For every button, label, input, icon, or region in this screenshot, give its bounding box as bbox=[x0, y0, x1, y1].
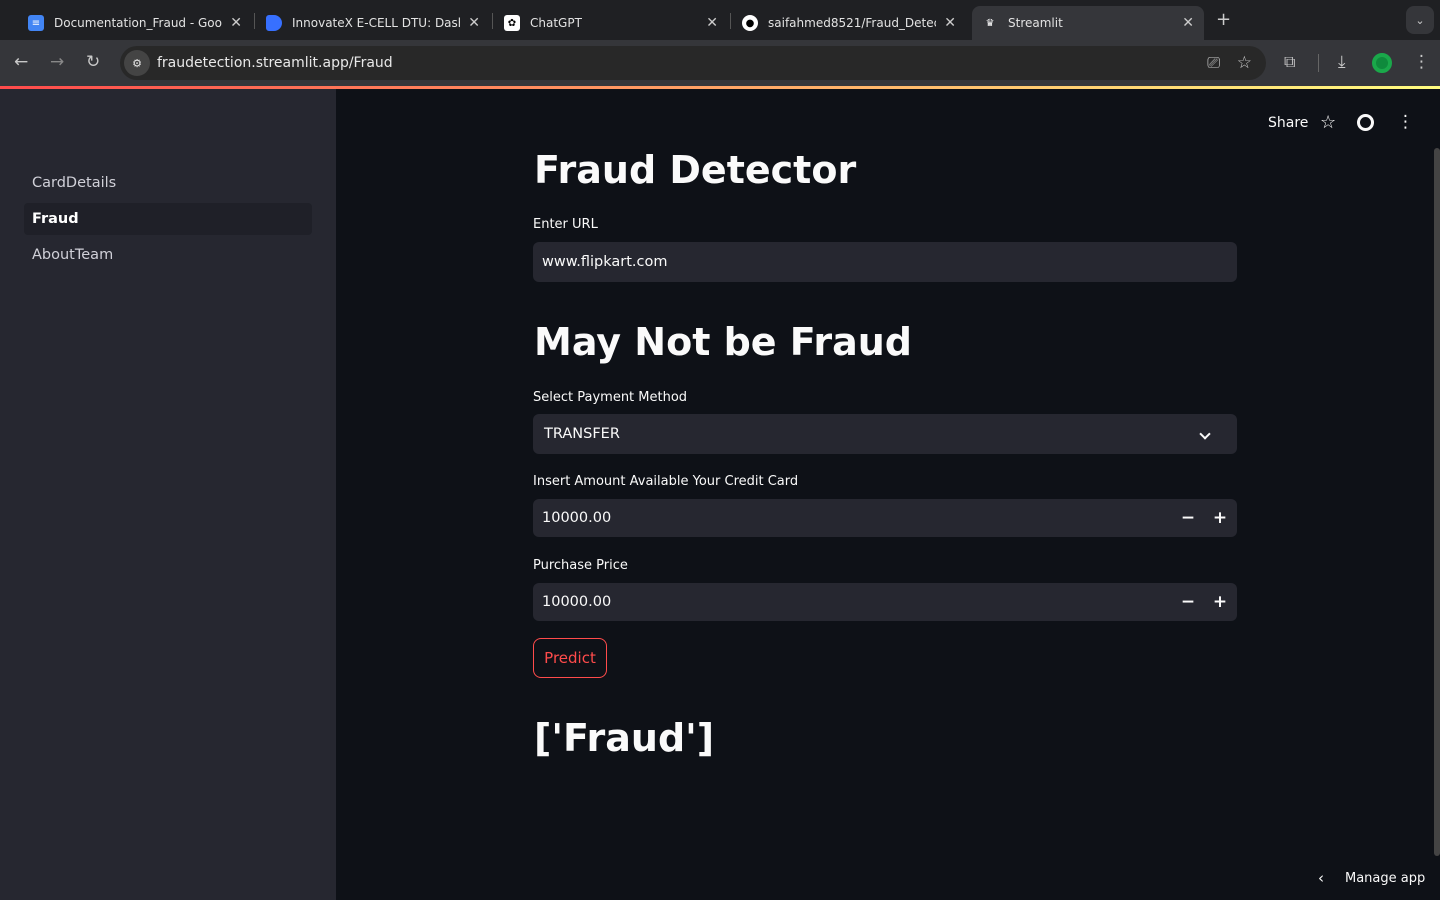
payment-method-select[interactable]: TRANSFER bbox=[533, 414, 1237, 454]
tab-divider bbox=[254, 13, 255, 29]
tab-chatgpt[interactable]: ✿ ChatGPT ✕ bbox=[494, 6, 728, 40]
share-button[interactable]: Share bbox=[1268, 115, 1308, 131]
tab-search-button[interactable]: ⌄ bbox=[1406, 6, 1434, 34]
devfolio-icon bbox=[266, 15, 282, 31]
tab-divider bbox=[730, 13, 731, 29]
tab-github[interactable]: ●saifahmed8521/Fraud_Detection✕ bbox=[732, 6, 966, 40]
github-icon: ● bbox=[742, 15, 758, 31]
tab-divider bbox=[492, 13, 493, 29]
url-label: Enter URL bbox=[533, 217, 598, 232]
tab-streamlit[interactable]: ♛ Streamlit ✕ bbox=[972, 6, 1204, 40]
sidebar: CardDetails Fraud AboutTeam bbox=[0, 89, 336, 900]
payment-method-label: Select Payment Method bbox=[533, 390, 688, 405]
google-docs-icon: ≡ bbox=[28, 15, 44, 31]
price-label: Purchase Price bbox=[533, 558, 628, 573]
bookmark-star-icon[interactable]: ☆ bbox=[1237, 53, 1252, 73]
forward-icon[interactable]: → bbox=[50, 52, 64, 72]
close-icon[interactable]: ✕ bbox=[230, 15, 242, 31]
chevron-down-icon bbox=[1199, 428, 1211, 440]
price-decrement-button[interactable]: − bbox=[1172, 583, 1204, 621]
star-icon[interactable]: ☆ bbox=[1320, 112, 1336, 133]
price-increment-button[interactable]: + bbox=[1204, 583, 1236, 621]
manage-app-button[interactable]: Manage app bbox=[1345, 871, 1425, 886]
install-app-icon[interactable]: ⎚ bbox=[1207, 53, 1220, 73]
sidebar-item-fraud[interactable]: Fraud bbox=[24, 203, 312, 235]
sidebar-item-carddetails[interactable]: CardDetails bbox=[24, 167, 312, 199]
close-icon[interactable]: ✕ bbox=[468, 15, 480, 31]
prediction-result: ['Fraud'] bbox=[534, 716, 715, 760]
tab-innovatex[interactable]: InnovateX E-CELL DTU: Dashboard✕ bbox=[256, 6, 490, 40]
url-input[interactable]: www.flipkart.com bbox=[533, 242, 1237, 282]
amount-decrement-button[interactable]: − bbox=[1172, 499, 1204, 537]
browser-tab-bar: ≡Documentation_Fraud - Google Docs✕ Inno… bbox=[0, 0, 1440, 40]
toolbar-divider bbox=[1318, 54, 1319, 72]
extensions-icon[interactable]: ⧉ bbox=[1284, 52, 1295, 72]
profile-avatar[interactable] bbox=[1372, 53, 1392, 73]
chatgpt-icon: ✿ bbox=[504, 15, 520, 31]
github-icon[interactable] bbox=[1357, 114, 1374, 131]
close-icon[interactable]: ✕ bbox=[1182, 15, 1194, 31]
tab-docs[interactable]: ≡Documentation_Fraud - Google Docs✕ bbox=[18, 6, 252, 40]
address-bar[interactable]: ⚙ fraudetection.streamlit.app/Fraud ⎚ ☆ bbox=[120, 46, 1266, 80]
amount-label: Insert Amount Available Your Credit Card bbox=[533, 474, 799, 489]
amount-input[interactable]: 10000.00 − + bbox=[533, 499, 1237, 537]
close-icon[interactable]: ✕ bbox=[944, 15, 956, 31]
download-icon[interactable]: ⤓ bbox=[1338, 52, 1346, 72]
main-menu-icon[interactable]: ⋮ bbox=[1397, 112, 1414, 132]
new-tab-button[interactable]: + bbox=[1216, 9, 1231, 30]
streamlit-icon: ♛ bbox=[985, 17, 995, 29]
browser-menu-icon[interactable]: ⋮ bbox=[1413, 52, 1430, 72]
amount-increment-button[interactable]: + bbox=[1204, 499, 1236, 537]
sidebar-item-aboutteam[interactable]: AboutTeam bbox=[24, 239, 312, 271]
site-settings-icon[interactable]: ⚙ bbox=[124, 50, 150, 76]
predict-button[interactable]: Predict bbox=[533, 638, 607, 678]
reload-icon[interactable]: ↻ bbox=[86, 52, 100, 72]
scrollbar[interactable] bbox=[1434, 148, 1440, 856]
close-icon[interactable]: ✕ bbox=[706, 15, 718, 31]
url-text[interactable]: fraudetection.streamlit.app/Fraud bbox=[157, 55, 393, 71]
price-input[interactable]: 10000.00 − + bbox=[533, 583, 1237, 621]
chevron-left-icon[interactable]: ‹ bbox=[1318, 869, 1324, 887]
page-title: Fraud Detector bbox=[534, 148, 857, 192]
browser-toolbar: ← → ↻ ⚙ fraudetection.streamlit.app/Frau… bbox=[0, 40, 1440, 86]
url-result-heading: May Not be Fraud bbox=[534, 320, 912, 364]
back-icon[interactable]: ← bbox=[14, 52, 28, 72]
